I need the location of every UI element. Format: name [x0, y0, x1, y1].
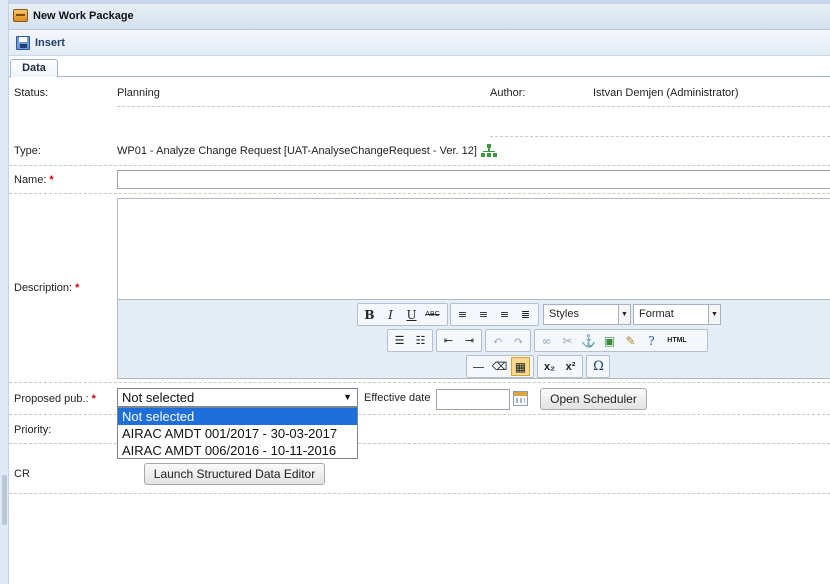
omega-button[interactable]: Ω [589, 357, 608, 376]
insert-group: ∞ ✂ ⚓ ▣ ✎ ? HTML [534, 329, 708, 352]
chevron-down-icon: ▼ [343, 392, 352, 402]
row-divider [9, 165, 830, 166]
priority-label: Priority: [14, 424, 52, 436]
outdent-icon[interactable]: ⇤ [439, 331, 458, 350]
tab-data[interactable]: Data [10, 59, 58, 78]
row-divider [490, 136, 830, 137]
row-divider [9, 193, 830, 194]
calendar-icon[interactable] [513, 391, 528, 406]
align-group: ≡ ≡ ≡ ≣ [450, 303, 539, 326]
save-icon [16, 36, 30, 50]
author-label: Author: [490, 87, 526, 99]
list-group: ☰ ☷ [387, 329, 433, 352]
italic-button[interactable]: I [381, 305, 400, 324]
indent-icon[interactable]: ⇥ [460, 331, 479, 350]
tab-strip: Data [9, 57, 830, 78]
dropdown-option[interactable]: AIRAC AMDT 006/2016 - 10-11-2016 [118, 442, 357, 459]
cr-label: CR [14, 468, 30, 480]
rail-grip[interactable] [2, 475, 7, 525]
indent-group: ⇤ ⇥ [436, 329, 482, 352]
image-icon[interactable]: ▣ [600, 331, 619, 350]
eraser-icon[interactable]: ⌫ [490, 357, 509, 376]
row-divider [9, 382, 830, 383]
status-value: Planning [117, 87, 160, 99]
effective-date-input[interactable] [436, 389, 510, 410]
author-value: Istvan Demjen (Administrator) [593, 87, 739, 99]
toolbar: Insert [9, 30, 830, 56]
description-editor[interactable] [117, 198, 830, 300]
redo-icon[interactable]: ↷ [509, 331, 528, 350]
styles-label: Styles [549, 308, 579, 320]
styles-dropdown[interactable]: Styles ▼ [543, 304, 631, 325]
horizontal-rule-icon[interactable]: — [469, 357, 488, 376]
script-group: x₂ x² [537, 355, 583, 378]
format-group: B I U ABC [357, 303, 448, 326]
required-mark: * [75, 282, 80, 294]
align-center-icon[interactable]: ≡ [474, 305, 493, 324]
special-char-group: Ω [586, 355, 610, 378]
misc-group: — ⌫ ▦ [466, 355, 534, 378]
underline-button[interactable]: U [402, 305, 421, 324]
history-group: ↶ ↷ [485, 329, 531, 352]
numbered-list-icon[interactable]: ☷ [411, 331, 430, 350]
type-label: Type: [14, 145, 41, 157]
bullet-list-icon[interactable]: ☰ [390, 331, 409, 350]
subscript-button[interactable]: x₂ [540, 357, 559, 376]
help-icon[interactable]: ? [642, 331, 661, 350]
status-label: Status: [14, 87, 49, 99]
chevron-down-icon: ▼ [618, 305, 630, 324]
window-title: New Work Package [33, 10, 134, 22]
dropdown-option[interactable]: Not selected [118, 408, 357, 425]
undo-icon[interactable]: ↶ [488, 331, 507, 350]
link-icon[interactable]: ∞ [537, 331, 556, 350]
superscript-button[interactable]: x² [561, 357, 580, 376]
open-scheduler-button[interactable]: Open Scheduler [540, 388, 647, 410]
type-value: WP01 - Analyze Change Request [UAT-Analy… [117, 145, 477, 157]
dropdown-option[interactable]: AIRAC AMDT 001/2017 - 30-03-2017 [118, 425, 357, 442]
left-panel-rail [0, 0, 9, 584]
strikethrough-button[interactable]: ABC [423, 305, 442, 324]
align-right-icon[interactable]: ≡ [495, 305, 514, 324]
chevron-down-icon: ▼ [708, 305, 720, 324]
effective-date-label: Effective date [364, 392, 431, 404]
launch-structured-data-editor-button[interactable]: Launch Structured Data Editor [144, 463, 325, 485]
window-titlebar: New Work Package [9, 0, 830, 30]
bold-button[interactable]: B [360, 305, 379, 324]
proposed-pub-selected: Not selected [122, 390, 195, 405]
format-dropdown[interactable]: Format ▼ [633, 304, 721, 325]
required-mark: * [49, 174, 54, 186]
name-input[interactable] [117, 170, 830, 189]
align-left-icon[interactable]: ≡ [453, 305, 472, 324]
justify-icon[interactable]: ≣ [516, 305, 535, 324]
workflow-icon[interactable] [481, 143, 497, 159]
description-label: Description: * [14, 282, 80, 294]
package-icon [13, 9, 28, 22]
insert-button-label: Insert [35, 37, 65, 49]
unlink-icon[interactable]: ✂ [558, 331, 577, 350]
proposed-pub-dropdown: Not selected AIRAC AMDT 001/2017 - 30-03… [117, 407, 358, 459]
editor-toolbar: B I U ABC ≡ ≡ ≡ ≣ Styles ▼ Format ▼ ☰ ☷ … [117, 299, 830, 379]
cleanup-icon[interactable]: ✎ [621, 331, 640, 350]
name-label: Name: * [14, 174, 54, 186]
proposed-pub-select[interactable]: Not selected ▼ [117, 388, 358, 407]
proposed-pub-label: Proposed pub.: * [14, 393, 96, 405]
html-source-button[interactable]: HTML [663, 331, 691, 350]
table-icon[interactable]: ▦ [511, 357, 530, 376]
format-label: Format [639, 308, 674, 320]
insert-button[interactable]: Insert [16, 34, 65, 52]
anchor-icon[interactable]: ⚓ [579, 331, 598, 350]
row-divider [9, 493, 830, 494]
required-mark: * [91, 393, 96, 405]
row-divider [117, 106, 830, 107]
